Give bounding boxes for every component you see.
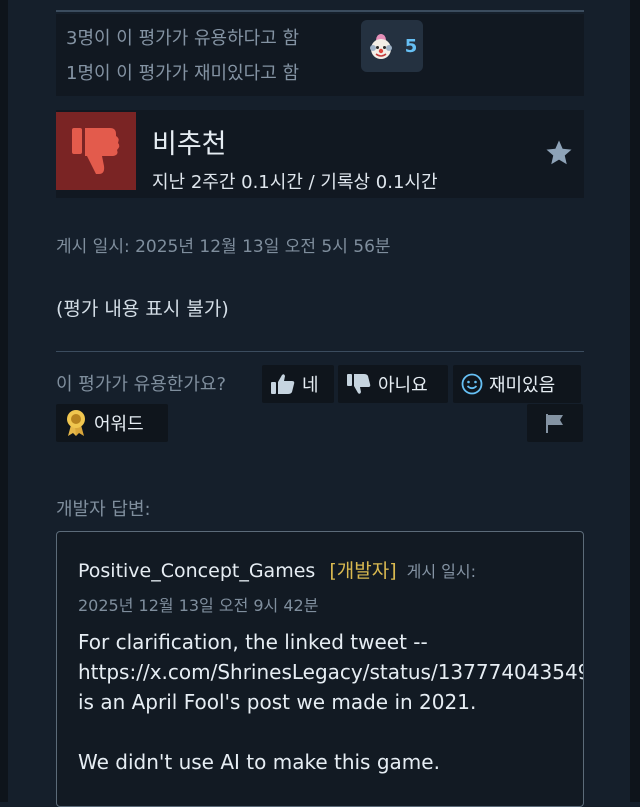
developer-posted-label: 게시 일시: [406,562,477,581]
vote-yes-label: 네 [302,375,319,396]
review-verdict: 비추천 [152,129,227,160]
developer-message-line: We didn't use AI to make this game. [78,750,440,774]
helpful-count-text: 3명이 이 평가가 유용하다고 함 [66,28,300,49]
star-icon[interactable] [544,138,574,168]
helpful-question: 이 평가가 유용한가요? [56,374,227,395]
vote-no-button[interactable]: 아니요 [338,365,448,403]
developer-message-line: For clarification, the linked tweet -- [78,630,428,654]
vote-funny-button[interactable]: 재미있음 [453,365,581,403]
developer-response-heading: 개발자 답변: [56,499,151,520]
thumbs-up-icon [271,374,295,394]
thumbs-down-icon [72,128,120,174]
playtime-info: 지난 2주간 0.1시간 / 기록상 0.1시간 [152,172,438,193]
thumbs-down-small-icon [347,374,371,394]
review-header: 비추천 지난 2주간 0.1시간 / 기록상 0.1시간 [56,110,584,198]
review-body: (평가 내용 표시 불가) [56,298,229,320]
smiley-icon [461,373,483,395]
developer-message-line: is an April Fool's post we made in 2021. [78,690,477,714]
top-divider [56,10,584,12]
developer-tag: [개발자] [329,560,397,582]
award-medal-icon [67,410,85,436]
report-button[interactable] [527,404,583,442]
right-margin [630,0,640,802]
vote-yes-button[interactable]: 네 [262,365,334,403]
clown-award-icon [369,34,392,59]
posted-date: 게시 일시: 2025년 12월 13일 오전 5시 56분 [56,237,391,257]
developer-name[interactable]: Positive_Concept_Games [78,560,315,582]
flag-icon [546,414,563,433]
vote-summary: 3명이 이 평가가 유용하다고 함 1명이 이 평가가 재미있다고 함 5 [56,14,584,96]
section-divider [56,351,584,352]
funny-count-text: 1명이 이 평가가 재미있다고 함 [66,63,300,84]
award-button-label: 어워드 [94,414,144,435]
developer-response-box: Positive_Concept_Games [개발자] 게시 일시: 2025… [56,531,584,807]
award-button[interactable]: 어워드 [56,404,168,442]
left-margin [0,0,8,802]
vote-funny-label: 재미있음 [489,375,556,396]
developer-posted-date: 2025년 12월 13일 오전 9시 42분 [78,596,319,615]
vote-no-label: 아니요 [378,375,428,396]
award-badge[interactable]: 5 [361,20,423,72]
not-recommended-badge [56,112,136,190]
developer-response-header: Positive_Concept_Games [개발자] 게시 일시: [78,556,476,583]
award-count: 5 [404,35,418,57]
developer-message-link[interactable]: https://x.com/ShrinesLegacy/status/13777… [78,660,583,684]
